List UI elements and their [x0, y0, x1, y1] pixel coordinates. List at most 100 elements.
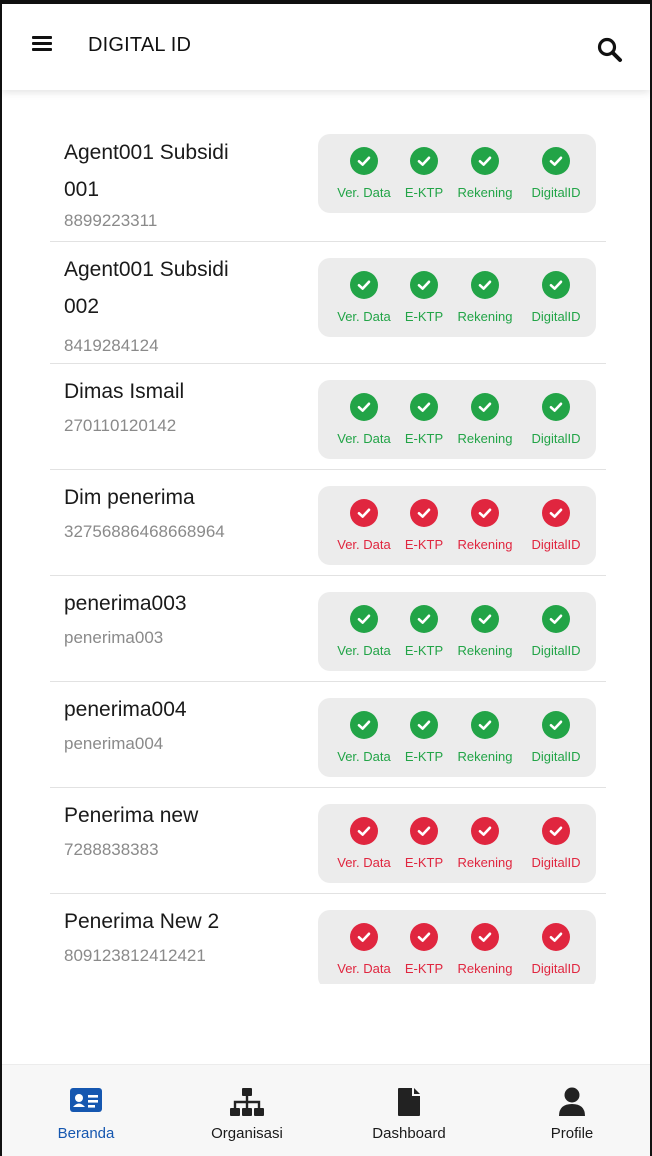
status-label: DigitalID — [531, 537, 581, 552]
status-panel: Ver. Data E-KTP Rekening DigitalID — [318, 486, 596, 565]
status-label: Rekening — [457, 855, 513, 870]
list-item[interactable]: Dimas Ismail 270110120142 Ver. Data E-KTP Re… — [50, 364, 606, 470]
status-label: Rekening — [457, 749, 513, 764]
nav-item-beranda[interactable]: Beranda — [26, 1065, 146, 1156]
status-item: DigitalID — [516, 698, 596, 777]
page-title: DIGITAL ID — [88, 34, 192, 56]
nav-label: Profile — [550, 1125, 594, 1142]
document-icon — [397, 1087, 421, 1122]
check-circle-icon — [542, 499, 570, 527]
status-label: Rekening — [457, 185, 513, 200]
status-label: DigitalID — [531, 961, 581, 976]
recipient-id: 809123812412421 — [64, 946, 206, 965]
status-label: DigitalID — [531, 855, 581, 870]
status-label: Rekening — [457, 431, 513, 446]
status-item: Rekening — [445, 380, 525, 459]
status-label: DigitalID — [531, 749, 581, 764]
check-circle-icon — [410, 147, 438, 175]
check-circle-icon — [471, 817, 499, 845]
org-chart-icon — [229, 1087, 265, 1122]
check-circle-icon — [350, 393, 378, 421]
status-item: Rekening — [445, 698, 525, 777]
status-item: DigitalID — [516, 910, 596, 984]
list-item[interactable]: penerima004 penerima004 Ver. Data E-KTP Reke… — [50, 682, 606, 788]
list-item[interactable]: Dim penerima 32756886468668964 Ver. Data E-… — [50, 470, 606, 576]
status-item: Rekening — [445, 592, 525, 671]
status-panel: Ver. Data E-KTP Rekening DigitalID — [318, 698, 596, 777]
recipient-name: Agent001 Subsidi 001 — [64, 141, 229, 201]
nav-item-organisasi[interactable]: Organisasi — [187, 1065, 307, 1156]
check-circle-icon — [350, 499, 378, 527]
status-item: Rekening — [445, 134, 525, 213]
status-panel: Ver. Data E-KTP Rekening DigitalID — [318, 910, 596, 984]
status-item: DigitalID — [516, 258, 596, 337]
recipient-name: Agent001 Subsidi 002 — [64, 258, 229, 318]
check-circle-icon — [410, 711, 438, 739]
check-circle-icon — [542, 147, 570, 175]
status-panel: Ver. Data E-KTP Rekening DigitalID — [318, 134, 596, 213]
status-panel: Ver. Data E-KTP Rekening DigitalID — [318, 258, 596, 337]
status-item: Rekening — [445, 486, 525, 565]
status-item: DigitalID — [516, 592, 596, 671]
check-circle-icon — [542, 271, 570, 299]
status-item: DigitalID — [516, 804, 596, 883]
recipient-id: penerima003 — [64, 628, 164, 647]
check-circle-icon — [410, 499, 438, 527]
check-circle-icon — [542, 817, 570, 845]
status-label: Rekening — [457, 961, 513, 976]
nav-item-dashboard[interactable]: Dashboard — [349, 1065, 469, 1156]
status-label: Rekening — [457, 643, 513, 658]
recipient-id: 7288838383 — [64, 840, 159, 859]
status-label: DigitalID — [531, 643, 581, 658]
check-circle-icon — [410, 271, 438, 299]
status-label: DigitalID — [531, 431, 581, 446]
recipient-name: Penerima New 2 — [64, 910, 220, 933]
recipient-name: Penerima new — [64, 804, 199, 827]
recipient-id: 270110120142 — [64, 416, 177, 435]
search-icon[interactable] — [596, 36, 624, 64]
list-item[interactable]: Agent001 Subsidi 001 8899223311 Ver. Data E… — [50, 126, 606, 242]
list-item[interactable]: Agent001 Subsidi 002 8419284124 Ver. Data E… — [50, 242, 606, 364]
check-circle-icon — [410, 605, 438, 633]
recipient-name: penerima004 — [64, 698, 187, 721]
check-circle-icon — [542, 711, 570, 739]
status-label: Rekening — [457, 309, 513, 324]
recipient-id: 8899223311 — [64, 211, 158, 230]
recipient-id: 32756886468668964 — [64, 522, 225, 541]
user-icon — [558, 1087, 586, 1122]
nav-label: Organisasi — [211, 1125, 283, 1142]
list-item[interactable]: Penerima New 2 809123812412421 Ver. Data E-… — [50, 894, 606, 984]
check-circle-icon — [471, 393, 499, 421]
list-item[interactable]: Penerima new 7288838383 Ver. Data E-KTP Reke… — [50, 788, 606, 894]
check-circle-icon — [542, 393, 570, 421]
bottom-navigation: Beranda Organisasi Dashboard Profile — [2, 1064, 650, 1156]
check-circle-icon — [350, 147, 378, 175]
recipient-id: penerima004 — [64, 734, 164, 753]
check-circle-icon — [410, 923, 438, 951]
hamburger-menu-icon[interactable] — [32, 36, 52, 56]
check-circle-icon — [471, 923, 499, 951]
recipient-list: Agent001 Subsidi 001 8899223311 Ver. Data E… — [50, 126, 606, 984]
status-item: Rekening — [445, 910, 525, 984]
status-label: Rekening — [457, 537, 513, 552]
nav-label: Dashboard — [372, 1125, 446, 1142]
recipient-name: penerima003 — [64, 592, 187, 615]
check-circle-icon — [350, 605, 378, 633]
status-panel: Ver. Data E-KTP Rekening DigitalID — [318, 380, 596, 459]
check-circle-icon — [410, 393, 438, 421]
status-panel: Ver. Data E-KTP Rekening DigitalID — [318, 592, 596, 671]
check-circle-icon — [350, 923, 378, 951]
check-circle-icon — [542, 605, 570, 633]
check-circle-icon — [410, 817, 438, 845]
check-circle-icon — [542, 923, 570, 951]
recipient-id: 8419284124 — [64, 336, 159, 355]
check-circle-icon — [350, 817, 378, 845]
status-panel: Ver. Data E-KTP Rekening DigitalID — [318, 804, 596, 883]
list-item[interactable]: penerima003 penerima003 Ver. Data E-KTP Reke… — [50, 576, 606, 682]
check-circle-icon — [471, 271, 499, 299]
nav-item-profile[interactable]: Profile — [512, 1065, 632, 1156]
check-circle-icon — [471, 605, 499, 633]
check-circle-icon — [471, 147, 499, 175]
check-circle-icon — [350, 271, 378, 299]
status-label: DigitalID — [531, 185, 581, 200]
